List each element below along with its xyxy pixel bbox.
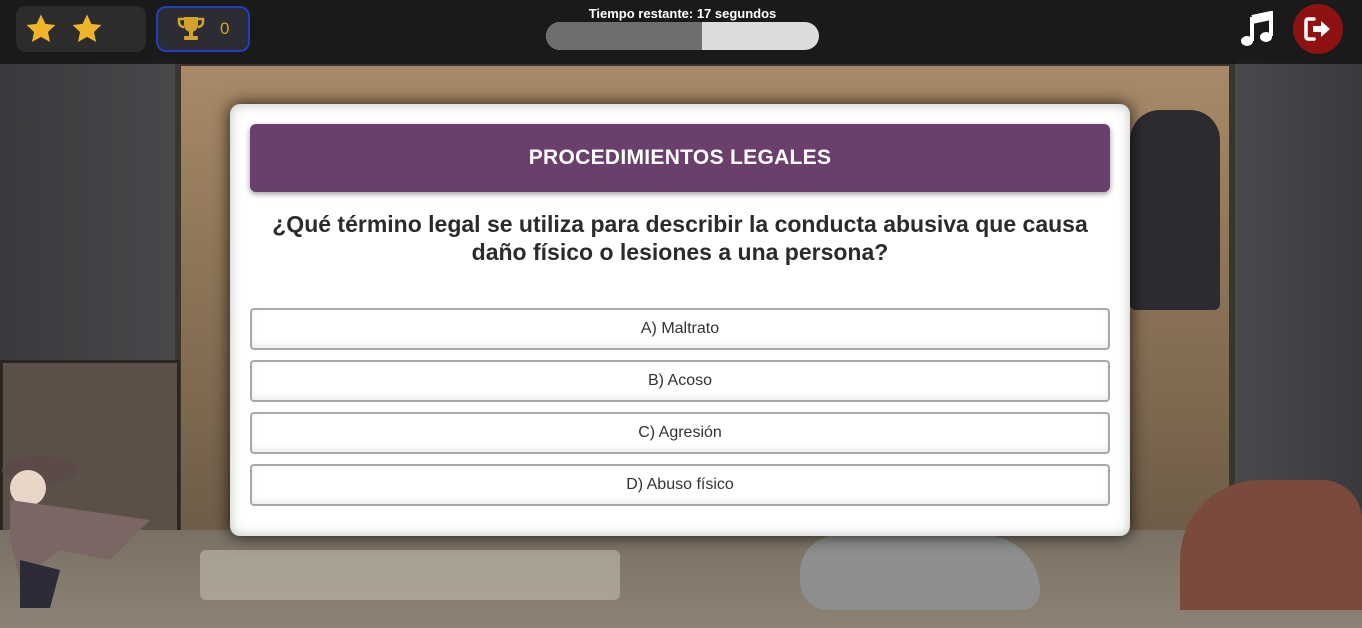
scattered-papers <box>200 550 620 600</box>
score-panel: 0 <box>156 6 250 52</box>
stars-panel <box>16 6 146 52</box>
star-icon <box>72 14 102 43</box>
top-bar: 0 Tiempo restante: 17 segundos <box>0 0 1362 64</box>
timer-progress-bar <box>546 22 819 50</box>
trophy-icon <box>177 17 205 40</box>
cloth-pile <box>1180 480 1362 610</box>
body-on-floor <box>800 535 1040 610</box>
sign-out-icon <box>1304 17 1330 41</box>
music-note-icon <box>1241 11 1273 46</box>
hanging-coat <box>1130 110 1220 310</box>
answer-option-c[interactable]: C) Agresión <box>250 412 1110 454</box>
answer-option-d[interactable]: D) Abuso físico <box>250 464 1110 506</box>
star-icon <box>26 14 56 43</box>
timer-label: Tiempo restante: 17 segundos <box>588 6 777 21</box>
detective-character <box>2 456 150 608</box>
category-header: PROCEDIMIENTOS LEGALES <box>250 124 1110 192</box>
exit-button[interactable] <box>1293 4 1343 54</box>
score-value: 0 <box>220 19 230 38</box>
music-toggle-button[interactable] <box>1236 8 1278 50</box>
right-wall <box>1235 60 1362 530</box>
timer-progress-fill <box>546 22 702 50</box>
question-text: ¿Qué término legal se utiliza para descr… <box>272 211 1088 265</box>
question-card: PROCEDIMIENTOS LEGALES ¿Qué término lega… <box>230 104 1130 536</box>
answer-option-b[interactable]: B) Acoso <box>250 360 1110 402</box>
answer-option-a[interactable]: A) Maltrato <box>250 308 1110 350</box>
